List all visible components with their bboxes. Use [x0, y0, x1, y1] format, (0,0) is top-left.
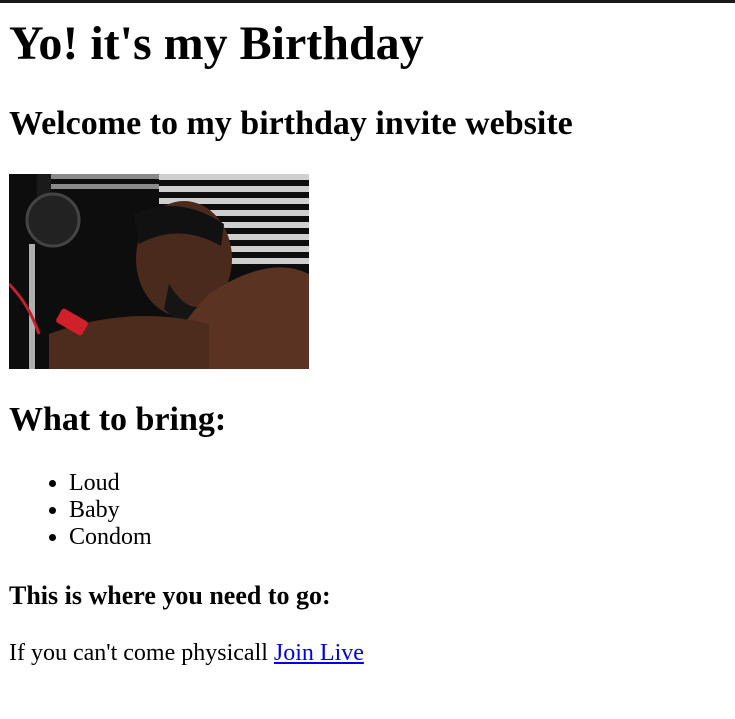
- join-live-link[interactable]: Join Live: [274, 640, 364, 666]
- page-title: Yo! it's my Birthday: [9, 17, 424, 70]
- join-live-paragraph: If you can't come physicall Join Live: [9, 637, 364, 669]
- bring-heading: What to bring:: [9, 401, 227, 438]
- list-item: Loud: [69, 470, 152, 497]
- top-border: [0, 0, 735, 3]
- location-heading: This is where you need to go:: [9, 581, 331, 610]
- welcome-heading: Welcome to my birthday invite website: [9, 105, 573, 142]
- list-item: Condom: [69, 524, 152, 551]
- bring-list: Loud Baby Condom: [9, 470, 152, 551]
- join-live-text: If you can't come physicall: [9, 640, 274, 666]
- birthday-photo: [9, 174, 309, 369]
- list-item: Baby: [69, 497, 152, 524]
